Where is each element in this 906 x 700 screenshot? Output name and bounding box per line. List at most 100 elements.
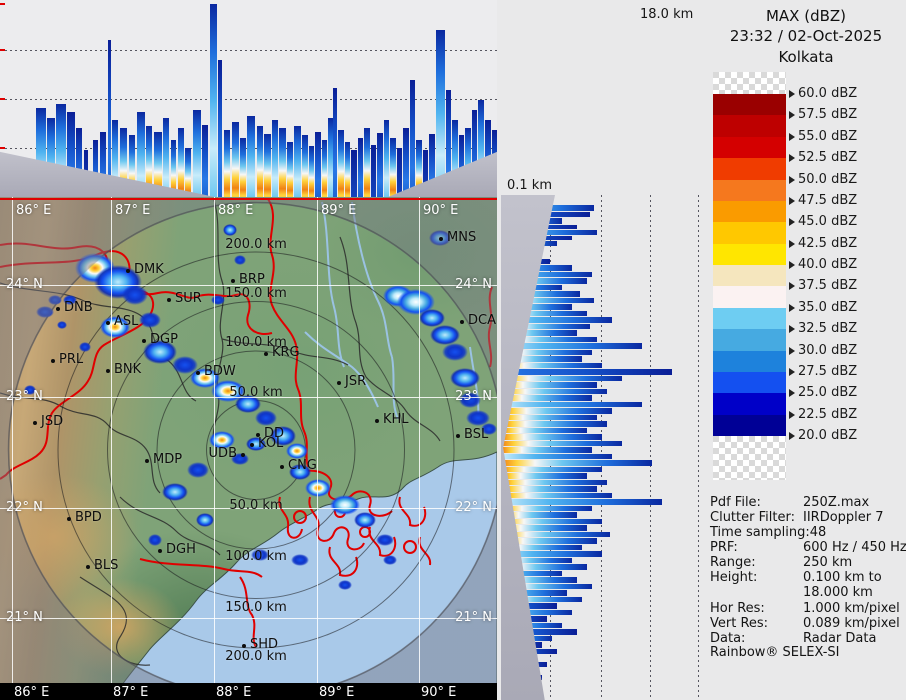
colorbar-band — [713, 115, 786, 137]
echo-column — [309, 146, 314, 197]
colorbar-tick-arrow — [789, 154, 795, 162]
colorbar-band — [713, 158, 786, 180]
city-dot — [67, 517, 71, 521]
echo-row — [502, 441, 622, 446]
longitude-label-top: 90° E — [423, 203, 458, 218]
colorbar-band — [713, 265, 786, 287]
colorbar-tick-arrow — [789, 176, 795, 184]
range-ring-label: 150.0 km — [201, 286, 311, 301]
range-ring-label: 50.0 km — [201, 498, 311, 513]
echo-column — [358, 138, 363, 197]
info-row: Height:0.100 km to — [710, 570, 906, 585]
city-dot — [51, 359, 55, 363]
colorbar-band — [713, 351, 786, 373]
colorbar-boundary-label: 52.5 dBZ — [798, 150, 857, 165]
colorbar-tick-arrow — [789, 218, 795, 226]
colorbar-boundary-label: 35.0 dBZ — [798, 300, 857, 315]
echo-column — [397, 148, 402, 197]
colorbar-below-min — [713, 436, 786, 480]
colorbar-band — [713, 308, 786, 330]
colorbar-band — [713, 180, 786, 202]
colorbar-band — [713, 222, 786, 244]
info-label: Data: — [710, 631, 745, 646]
height-axis-tick — [0, 3, 5, 5]
echo-column — [436, 30, 445, 197]
ew-profile-bars — [0, 0, 497, 197]
city-dot — [56, 307, 60, 311]
range-ring-label: 200.0 km — [201, 237, 311, 252]
city-dot — [167, 298, 171, 302]
echo-row — [502, 415, 597, 420]
range-ring-label: 100.0 km — [201, 549, 311, 564]
city-dot — [242, 644, 246, 648]
info-row: Pdf File:250Z.max — [710, 495, 906, 510]
echo-row — [502, 408, 612, 414]
colorbar-tick-arrow — [789, 304, 795, 312]
echo-column — [287, 142, 293, 197]
colorbar-boundary-label: 50.0 dBZ — [798, 172, 857, 187]
echo-column — [390, 138, 396, 197]
city-label: KRG — [272, 345, 300, 360]
echo-row — [502, 499, 662, 505]
echo-column — [185, 148, 191, 197]
echo-row — [502, 506, 592, 511]
longitude-line — [111, 197, 112, 683]
info-value: 600 Hz / 450 Hz — [803, 540, 906, 555]
latitude-label-right: 21° N — [447, 610, 492, 625]
echo-row — [502, 369, 672, 375]
longitude-label-bottom: 89° E — [319, 685, 354, 700]
echo-row — [502, 421, 607, 427]
colorbar-tick-arrow — [789, 261, 795, 269]
echo-column — [264, 134, 271, 197]
colorbar-tick-arrow — [789, 197, 795, 205]
city-label: DNB — [64, 300, 93, 315]
colorbar-boundary-label: 45.0 dBZ — [798, 214, 857, 229]
city-label: BSL — [464, 427, 488, 442]
city-label: DMK — [134, 262, 164, 277]
info-row: Clutter Filter:IIRDoppler 7 — [710, 510, 906, 525]
echo-column — [232, 122, 239, 197]
colorbar-boundary-label: 47.5 dBZ — [798, 193, 857, 208]
echo-column — [377, 133, 383, 197]
city-dot — [86, 565, 90, 569]
city-label: DGP — [150, 332, 178, 347]
echo-row — [502, 473, 587, 479]
colorbar-band — [713, 244, 786, 266]
colorbar-boundary-label: 55.0 dBZ — [798, 129, 857, 144]
echo-row — [502, 460, 652, 466]
height-axis-tick — [0, 49, 5, 51]
range-ring-label: 150.0 km — [201, 600, 311, 615]
info-value: 1.000 km/pixel — [803, 601, 900, 616]
city-label: PRL — [59, 352, 83, 367]
echo-row — [502, 389, 607, 394]
colorbar-tick-arrow — [789, 282, 795, 290]
city-dot — [106, 369, 110, 373]
echo-column — [302, 135, 308, 197]
echo-column — [163, 118, 169, 197]
echo-column — [364, 128, 370, 197]
latitude-label-right: 22° N — [447, 500, 492, 515]
city-dot — [142, 339, 146, 343]
city-dot — [106, 321, 110, 325]
info-value: 0.089 km/pixel — [803, 616, 900, 631]
info-value: 250 km — [803, 555, 852, 570]
city-dot — [375, 419, 379, 423]
city-dot — [145, 459, 149, 463]
city-dot — [280, 465, 284, 469]
colorbar-tick-arrow — [789, 411, 795, 419]
colorbar-tick-arrow — [789, 368, 795, 376]
ew-height-profile-panel — [0, 0, 497, 197]
city-label: ASL — [114, 314, 138, 329]
city-label: MNS — [447, 230, 476, 245]
colorbar-tick-arrow — [789, 111, 795, 119]
height-axis-max-label: 18.0 km — [640, 7, 693, 22]
latitude-label-left: 21° N — [6, 610, 43, 625]
info-label: Pdf File: — [710, 495, 761, 510]
latitude-line — [0, 618, 497, 619]
colorbar-tick-arrow — [789, 325, 795, 333]
longitude-label-top: 89° E — [321, 203, 356, 218]
colorbar-boundary-label: 20.0 dBZ — [798, 428, 857, 443]
longitude-label-bottom: 86° E — [14, 685, 49, 700]
colorbar-boundary-label: 32.5 dBZ — [798, 321, 857, 336]
info-row: 18.000 km — [710, 585, 906, 600]
